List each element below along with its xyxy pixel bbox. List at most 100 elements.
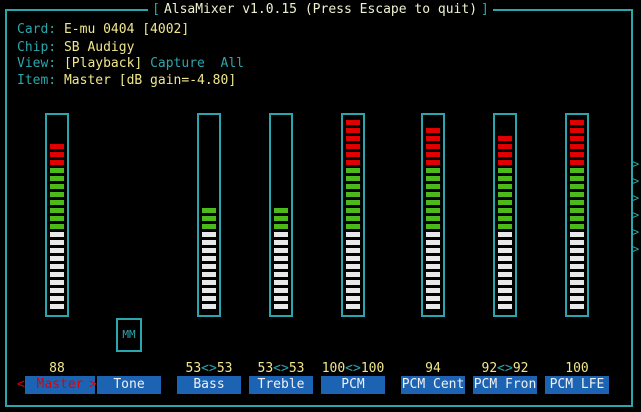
volume-segment [498,248,512,253]
card-info: Card: E-mu 0404 [4002] [17,22,190,37]
volume-segment [346,128,360,133]
volume-segment [426,280,440,285]
volume-segment [498,280,512,285]
volume-segment [346,272,360,277]
volume-segment [346,296,360,301]
volume-segment [50,280,64,285]
volume-segment [498,288,512,293]
volume-segment [50,272,64,277]
volume-segment [570,208,584,213]
selection-left-marker: < [17,377,25,392]
volume-segment [426,240,440,245]
volume-segment [346,152,360,157]
channel-label-treble[interactable]: Treble [249,376,313,394]
volume-segment [346,216,360,221]
volume-segment [346,280,360,285]
volume-segment [346,192,360,197]
volume-bar-pcm-lfe[interactable] [565,113,589,317]
volume-segment [426,256,440,261]
channel-label-bass[interactable]: Bass [177,376,241,394]
volume-segment [346,176,360,181]
volume-segment [426,288,440,293]
item-info: Item: Master [dB gain=-4.80] [17,73,237,88]
volume-segment [202,264,216,269]
volume-segment [346,168,360,173]
volume-segment [50,144,64,149]
channel-label-master[interactable]: Master [25,376,95,394]
volume-segment [202,232,216,237]
scroll-right-icon: > [632,242,640,256]
channel-label-pcm[interactable]: PCM [321,376,385,394]
view-playback[interactable]: [Playback] [64,56,142,71]
volume-segment [570,232,584,237]
volume-segment [202,304,216,309]
volume-segment [570,296,584,301]
volume-segment [498,160,512,165]
volume-segment [346,208,360,213]
volume-segment [50,240,64,245]
volume-segment [50,248,64,253]
volume-segment [498,184,512,189]
volume-value: 88 [49,361,65,376]
volume-segment [570,272,584,277]
volume-segment [570,248,584,253]
volume-value: 94 [425,361,441,376]
volume-segment [498,296,512,301]
volume-segment [274,208,288,213]
volume-segment [498,224,512,229]
window-title: [AlsaMixer v1.0.15 (Press Escape to quit… [0,2,641,17]
volume-bar-treble[interactable] [269,113,293,317]
scroll-right-icon: > [632,208,640,222]
volume-bar-pcm-fron[interactable] [493,113,517,317]
channel-label-pcm-fron[interactable]: PCM Fron [473,376,537,394]
volume-segment [346,136,360,141]
volume-segment [426,224,440,229]
scroll-right-icon: > [632,174,640,188]
volume-segment [426,136,440,141]
volume-segment [346,200,360,205]
volume-value: 53<>53 [185,361,233,376]
volume-segment [498,168,512,173]
volume-segment [50,296,64,301]
volume-segment [570,288,584,293]
channel-label-tone[interactable]: Tone [97,376,161,394]
volume-segment [346,288,360,293]
volume-segment [50,304,64,309]
volume-segment [570,152,584,157]
volume-segment [346,160,360,165]
channel-label-pcm-cent[interactable]: PCM Cent [401,376,465,394]
volume-segment [570,160,584,165]
view-all[interactable]: All [221,56,244,71]
volume-segment [274,296,288,301]
volume-bar-pcm[interactable] [341,113,365,317]
volume-segment [346,232,360,237]
volume-segment [426,144,440,149]
volume-segment [570,176,584,181]
volume-bar-master[interactable] [45,113,69,317]
volume-segment [50,288,64,293]
volume-segment [274,304,288,309]
volume-segment [202,272,216,277]
volume-segment [50,232,64,237]
volume-segment [570,304,584,309]
volume-segment [570,216,584,221]
volume-segment [570,184,584,189]
volume-segment [274,224,288,229]
scroll-right-icon: > [632,191,640,205]
volume-segment [202,280,216,285]
volume-segment [274,256,288,261]
view-capture[interactable]: Capture [150,56,205,71]
volume-segment [50,200,64,205]
volume-segment [570,224,584,229]
scroll-right-icon: > [632,157,640,171]
view-selector[interactable]: View: [Playback] Capture All [17,55,244,73]
volume-segment [202,208,216,213]
volume-segment [274,264,288,269]
channel-label-pcm-lfe[interactable]: PCM LFE [545,376,609,394]
volume-segment [498,264,512,269]
volume-bar-bass[interactable] [197,113,221,317]
tone-mute-badge[interactable]: MM [116,318,142,352]
volume-bar-pcm-cent[interactable] [421,113,445,317]
volume-segment [426,184,440,189]
volume-value: 100<>100 [321,361,385,376]
